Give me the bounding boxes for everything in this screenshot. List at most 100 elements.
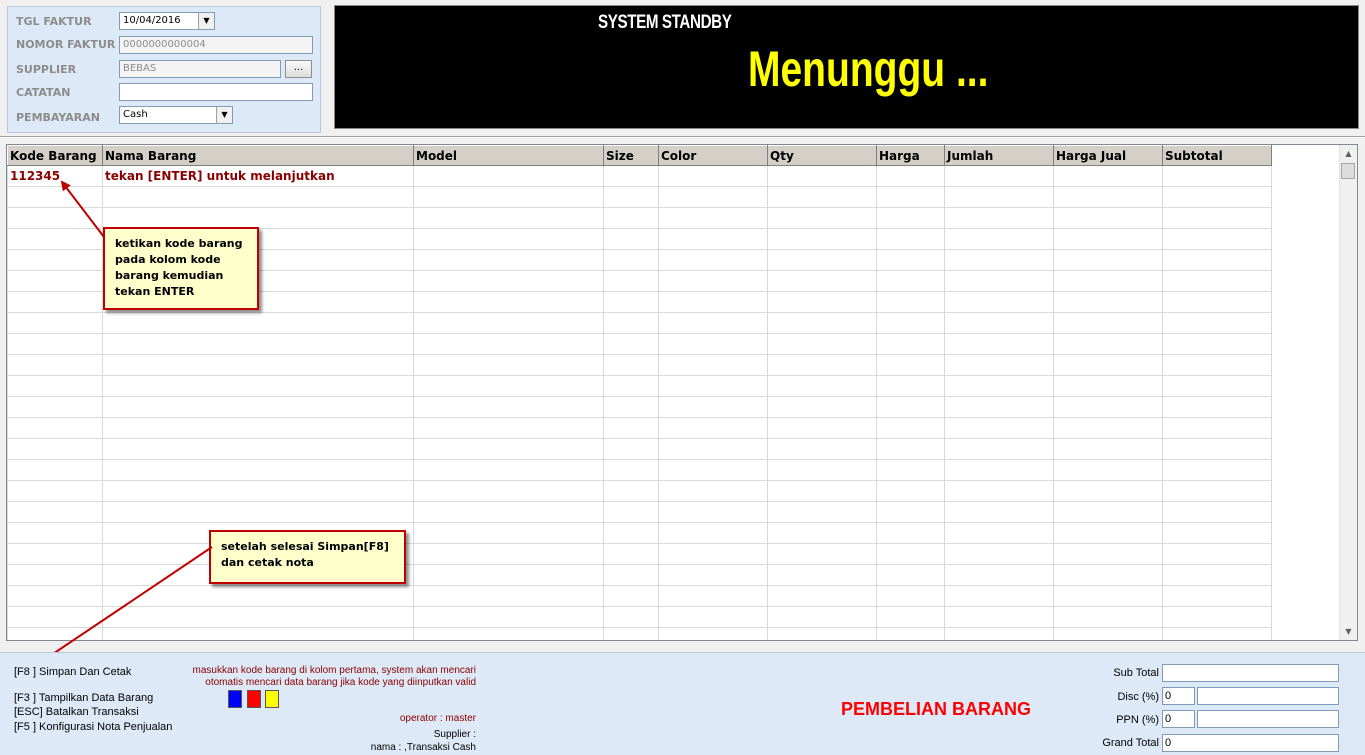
cell[interactable]	[413, 270, 604, 292]
supplier-field[interactable]: BEBAS	[119, 60, 281, 78]
cell[interactable]	[876, 480, 945, 502]
cell[interactable]	[413, 564, 604, 586]
cell[interactable]	[7, 627, 103, 640]
cell[interactable]	[1053, 396, 1163, 418]
cell[interactable]	[658, 438, 768, 460]
cell[interactable]	[603, 270, 659, 292]
chevron-down-icon[interactable]: ▼	[198, 13, 214, 29]
cell[interactable]	[1162, 333, 1272, 355]
cell[interactable]	[413, 312, 604, 334]
cell[interactable]	[413, 249, 604, 271]
cell[interactable]	[876, 543, 945, 565]
table-row[interactable]	[7, 564, 1272, 586]
cell[interactable]	[1162, 543, 1272, 565]
cell[interactable]	[1053, 480, 1163, 502]
cell[interactable]	[658, 312, 768, 334]
cell[interactable]	[7, 270, 103, 292]
column-header-jumlah[interactable]: Jumlah	[944, 145, 1054, 166]
cell[interactable]	[1162, 396, 1272, 418]
cell[interactable]	[603, 522, 659, 544]
table-row[interactable]	[7, 585, 1272, 607]
nomor-faktur-field[interactable]: 0000000000004	[119, 36, 313, 54]
cell[interactable]	[603, 459, 659, 481]
cell[interactable]	[944, 543, 1054, 565]
cell[interactable]	[767, 312, 877, 334]
table-row[interactable]	[7, 480, 1272, 502]
cell[interactable]	[7, 606, 103, 628]
cell[interactable]	[1162, 249, 1272, 271]
cell[interactable]	[1053, 417, 1163, 439]
table-row[interactable]	[7, 186, 1272, 208]
cell[interactable]	[876, 228, 945, 250]
cell[interactable]	[767, 585, 877, 607]
cell[interactable]	[944, 438, 1054, 460]
shortcut-f3-tampilkan[interactable]: [F3 ] Tampilkan Data Barang	[14, 692, 153, 704]
cell[interactable]	[876, 585, 945, 607]
cell[interactable]	[876, 312, 945, 334]
cell[interactable]	[767, 375, 877, 397]
cell[interactable]	[876, 438, 945, 460]
cell[interactable]	[603, 354, 659, 376]
cell[interactable]	[944, 585, 1054, 607]
cell[interactable]	[944, 396, 1054, 418]
cell[interactable]	[876, 354, 945, 376]
cell[interactable]	[413, 375, 604, 397]
cell[interactable]	[944, 375, 1054, 397]
cell[interactable]	[7, 186, 103, 208]
cell[interactable]	[102, 354, 414, 376]
cell[interactable]	[658, 186, 768, 208]
cell[interactable]	[102, 312, 414, 334]
cell[interactable]	[767, 354, 877, 376]
cell[interactable]	[767, 522, 877, 544]
cell[interactable]	[767, 333, 877, 355]
cell[interactable]	[876, 396, 945, 418]
cell[interactable]	[7, 564, 103, 586]
cell[interactable]	[944, 459, 1054, 481]
cell[interactable]	[658, 606, 768, 628]
cell[interactable]	[767, 606, 877, 628]
cell[interactable]	[1053, 438, 1163, 460]
supplier-browse-button[interactable]: ...	[285, 60, 312, 78]
cell[interactable]	[7, 249, 103, 271]
cell[interactable]	[658, 165, 768, 187]
cell[interactable]	[658, 501, 768, 523]
cell[interactable]	[1053, 228, 1163, 250]
cell[interactable]	[767, 459, 877, 481]
cell[interactable]	[1053, 459, 1163, 481]
cell[interactable]	[102, 207, 414, 229]
cell[interactable]	[876, 165, 945, 187]
column-header-qty[interactable]: Qty	[767, 145, 877, 166]
cell[interactable]	[1162, 354, 1272, 376]
cell[interactable]	[603, 396, 659, 418]
cell[interactable]	[603, 501, 659, 523]
cell[interactable]	[876, 333, 945, 355]
cell[interactable]	[944, 354, 1054, 376]
cell[interactable]	[944, 606, 1054, 628]
cell[interactable]	[413, 627, 604, 640]
cell[interactable]	[603, 291, 659, 313]
cell[interactable]	[7, 480, 103, 502]
cell[interactable]	[603, 249, 659, 271]
scroll-thumb[interactable]	[1341, 163, 1355, 179]
table-row[interactable]	[7, 354, 1272, 376]
sub-total-field[interactable]	[1162, 664, 1339, 682]
cell[interactable]	[413, 459, 604, 481]
table-row[interactable]	[7, 312, 1272, 334]
cell[interactable]	[102, 480, 414, 502]
table-row[interactable]	[7, 207, 1272, 229]
cell[interactable]	[1162, 207, 1272, 229]
cell[interactable]	[767, 165, 877, 187]
cell[interactable]	[876, 627, 945, 640]
cell[interactable]	[1162, 501, 1272, 523]
table-row[interactable]	[7, 333, 1272, 355]
cell[interactable]	[7, 585, 103, 607]
cell[interactable]	[658, 480, 768, 502]
cell[interactable]	[767, 228, 877, 250]
cell[interactable]	[658, 585, 768, 607]
pembayaran-select[interactable]: Cash ▼	[119, 106, 233, 124]
cell[interactable]	[658, 543, 768, 565]
cell[interactable]	[603, 564, 659, 586]
cell[interactable]	[1162, 228, 1272, 250]
table-row[interactable]	[7, 543, 1272, 565]
cell[interactable]	[1162, 417, 1272, 439]
